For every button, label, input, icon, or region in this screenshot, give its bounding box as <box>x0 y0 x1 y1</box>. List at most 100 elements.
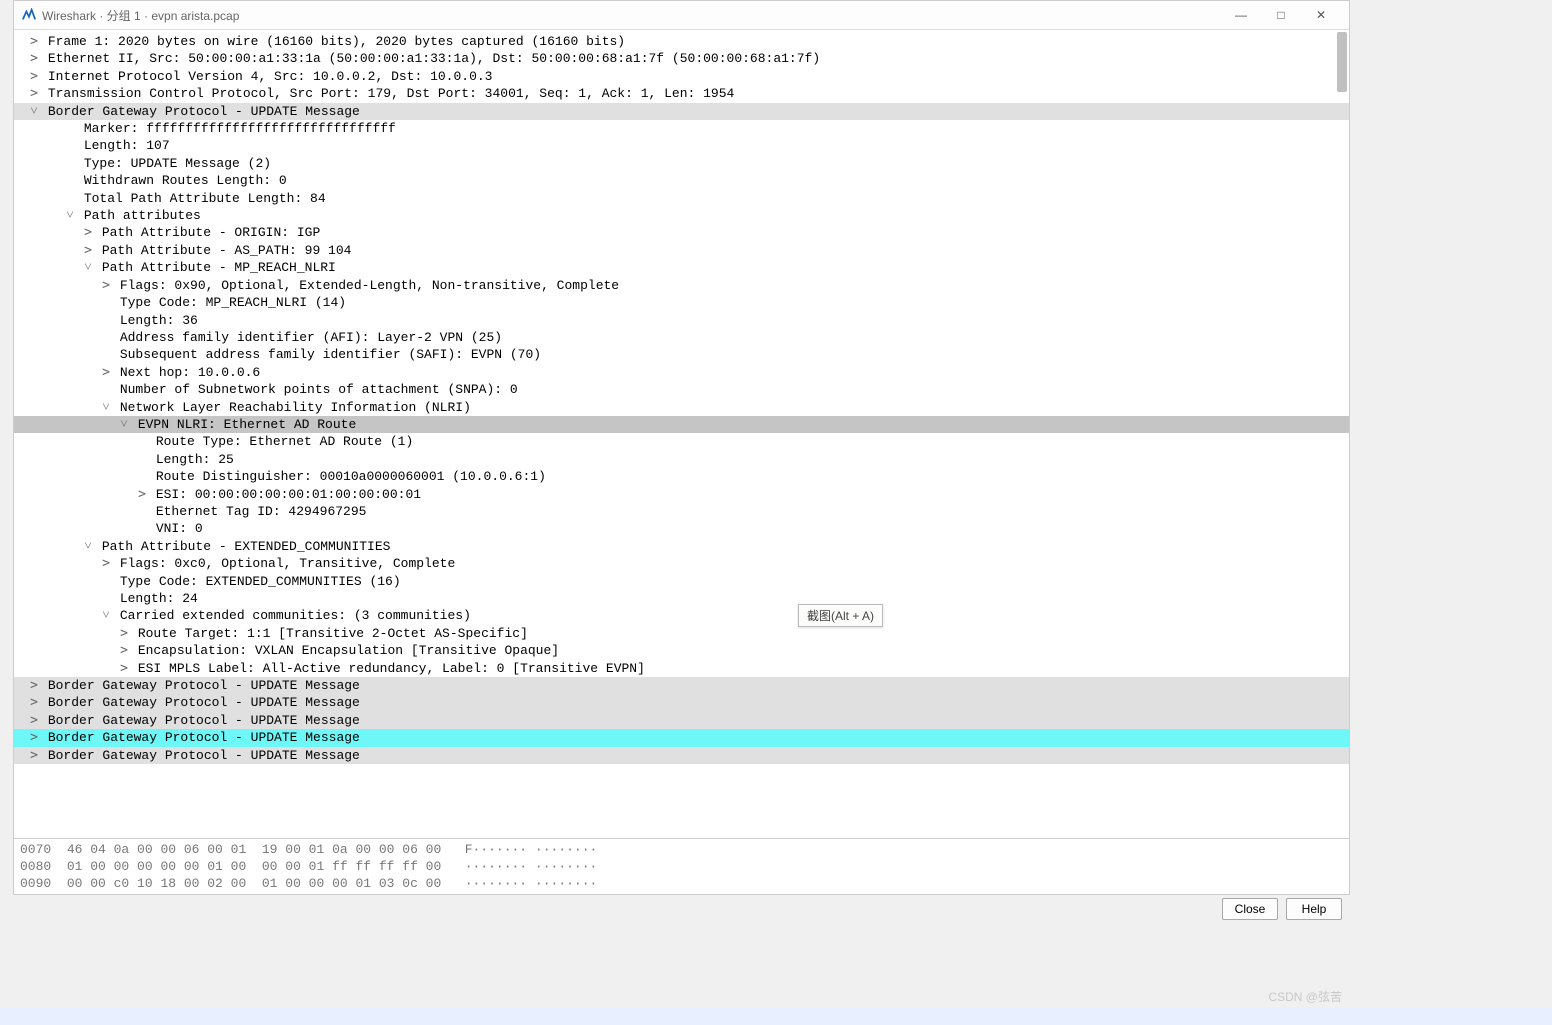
packet-tree-row[interactable]: ˅ Path attributes <box>14 207 1349 224</box>
no-toggle <box>136 433 148 450</box>
tree-node-label: Length: 107 <box>84 137 170 154</box>
expand-icon[interactable]: > <box>118 642 130 659</box>
expand-icon[interactable]: > <box>82 242 94 259</box>
packet-tree-row[interactable]: > Ethernet II, Src: 50:00:00:a1:33:1a (5… <box>14 50 1349 67</box>
close-window-button[interactable]: ✕ <box>1301 3 1341 27</box>
hex-row[interactable]: 0090 00 00 c0 10 18 00 02 00 01 00 00 00… <box>20 875 1343 892</box>
packet-tree-row[interactable]: Route Distinguisher: 00010a0000060001 (1… <box>14 468 1349 485</box>
no-toggle <box>100 294 112 311</box>
packet-tree-row[interactable]: > Flags: 0x90, Optional, Extended-Length… <box>14 277 1349 294</box>
packet-tree-row[interactable]: > Encapsulation: VXLAN Encapsulation [Tr… <box>14 642 1349 659</box>
packet-tree-row[interactable]: Type Code: MP_REACH_NLRI (14) <box>14 294 1349 311</box>
packet-tree-row[interactable]: Length: 25 <box>14 451 1349 468</box>
packet-tree-row[interactable]: > Path Attribute - ORIGIN: IGP <box>14 224 1349 241</box>
no-toggle <box>136 468 148 485</box>
no-toggle <box>136 503 148 520</box>
packet-tree-row[interactable]: > Flags: 0xc0, Optional, Transitive, Com… <box>14 555 1349 572</box>
packet-tree-row[interactable]: > Next hop: 10.0.0.6 <box>14 364 1349 381</box>
tree-node-label: Flags: 0xc0, Optional, Transitive, Compl… <box>120 555 455 572</box>
packet-tree-row[interactable]: Type: UPDATE Message (2) <box>14 155 1349 172</box>
expand-icon[interactable]: > <box>28 747 40 764</box>
packet-tree-row[interactable]: > Internet Protocol Version 4, Src: 10.0… <box>14 68 1349 85</box>
packet-tree-row[interactable]: ˅ Carried extended communities: (3 commu… <box>14 607 1349 624</box>
packet-tree-row[interactable]: > Border Gateway Protocol - UPDATE Messa… <box>14 729 1349 746</box>
packet-tree-row[interactable]: Marker: ffffffffffffffffffffffffffffffff <box>14 120 1349 137</box>
expand-icon[interactable]: > <box>118 625 130 642</box>
windows-taskbar[interactable] <box>0 1007 1552 1025</box>
tree-node-label: Path Attribute - AS_PATH: 99 104 <box>102 242 352 259</box>
hex-ascii: ········ ········ <box>465 859 598 874</box>
expand-icon[interactable]: > <box>82 224 94 241</box>
maximize-button[interactable]: □ <box>1261 3 1301 27</box>
wireshark-icon <box>22 8 36 22</box>
tree-node-label: Type Code: EXTENDED_COMMUNITIES (16) <box>120 573 401 590</box>
packet-details-pane[interactable]: > Frame 1: 2020 bytes on wire (16160 bit… <box>14 29 1349 838</box>
expand-icon[interactable]: > <box>136 486 148 503</box>
close-button[interactable]: Close <box>1222 898 1278 920</box>
hex-ascii: F······· ········ <box>465 842 598 857</box>
collapse-icon[interactable]: ˅ <box>82 538 94 555</box>
collapse-icon[interactable]: ˅ <box>118 416 130 433</box>
no-toggle <box>64 155 76 172</box>
packet-tree-row[interactable]: ˅ Border Gateway Protocol - UPDATE Messa… <box>14 103 1349 120</box>
hex-row[interactable]: 0070 46 04 0a 00 00 06 00 01 19 00 01 0a… <box>20 841 1343 858</box>
packet-tree-row[interactable]: Withdrawn Routes Length: 0 <box>14 172 1349 189</box>
expand-icon[interactable]: > <box>28 712 40 729</box>
packet-tree-row[interactable]: Type Code: EXTENDED_COMMUNITIES (16) <box>14 573 1349 590</box>
packet-tree-row[interactable]: Length: 107 <box>14 137 1349 154</box>
packet-tree-row[interactable]: Subsequent address family identifier (SA… <box>14 346 1349 363</box>
packet-tree-row[interactable]: ˅ Path Attribute - MP_REACH_NLRI <box>14 259 1349 276</box>
tree-node-label: Internet Protocol Version 4, Src: 10.0.0… <box>48 68 493 85</box>
packet-tree-row[interactable]: > ESI: 00:00:00:00:00:01:00:00:00:01 <box>14 486 1349 503</box>
expand-icon[interactable]: > <box>28 677 40 694</box>
packet-tree-row[interactable]: Length: 36 <box>14 312 1349 329</box>
packet-tree-row[interactable]: ˅ Network Layer Reachability Information… <box>14 399 1349 416</box>
tree-node-label: Border Gateway Protocol - UPDATE Message <box>48 747 360 764</box>
packet-tree-row[interactable]: > ESI MPLS Label: All-Active redundancy,… <box>14 660 1349 677</box>
collapse-icon[interactable]: ˅ <box>82 259 94 276</box>
expand-icon[interactable]: > <box>100 277 112 294</box>
expand-icon[interactable]: > <box>118 660 130 677</box>
expand-icon[interactable]: > <box>100 555 112 572</box>
packet-tree-row[interactable]: ˅ Path Attribute - EXTENDED_COMMUNITIES <box>14 538 1349 555</box>
hex-row[interactable]: 0080 01 00 00 00 00 00 01 00 00 00 01 ff… <box>20 858 1343 875</box>
expand-icon[interactable]: > <box>28 33 40 50</box>
packet-tree-row[interactable]: Route Type: Ethernet AD Route (1) <box>14 433 1349 450</box>
no-toggle <box>100 346 112 363</box>
packet-tree-row[interactable]: Address family identifier (AFI): Layer-2… <box>14 329 1349 346</box>
expand-icon[interactable]: > <box>28 694 40 711</box>
tree-node-label: Frame 1: 2020 bytes on wire (16160 bits)… <box>48 33 625 50</box>
packet-tree-row[interactable]: > Border Gateway Protocol - UPDATE Messa… <box>14 694 1349 711</box>
collapse-icon[interactable]: ˅ <box>64 207 76 224</box>
packet-tree-row[interactable]: > Route Target: 1:1 [Transitive 2-Octet … <box>14 625 1349 642</box>
packet-tree-row[interactable]: > Border Gateway Protocol - UPDATE Messa… <box>14 747 1349 764</box>
collapse-icon[interactable]: ˅ <box>100 399 112 416</box>
packet-tree-row[interactable]: VNI: 0 <box>14 520 1349 537</box>
hex-bytes: 46 04 0a 00 00 06 00 01 19 00 01 0a 00 0… <box>67 842 441 857</box>
expand-icon[interactable]: > <box>100 364 112 381</box>
hex-dump-pane[interactable]: 0070 46 04 0a 00 00 06 00 01 19 00 01 0a… <box>14 838 1349 894</box>
help-button[interactable]: Help <box>1286 898 1342 920</box>
expand-icon[interactable]: > <box>28 85 40 102</box>
expand-icon[interactable]: > <box>28 68 40 85</box>
packet-tree-row[interactable]: > Path Attribute - AS_PATH: 99 104 <box>14 242 1349 259</box>
expand-icon[interactable]: > <box>28 50 40 67</box>
packet-tree-row[interactable]: > Border Gateway Protocol - UPDATE Messa… <box>14 677 1349 694</box>
packet-tree-row[interactable]: > Border Gateway Protocol - UPDATE Messa… <box>14 712 1349 729</box>
packet-tree-row[interactable]: Length: 24 <box>14 590 1349 607</box>
packet-tree-row[interactable]: ˅ EVPN NLRI: Ethernet AD Route <box>14 416 1349 433</box>
tree-node-label: Withdrawn Routes Length: 0 <box>84 172 287 189</box>
minimize-button[interactable]: — <box>1221 3 1261 27</box>
packet-tree-row[interactable]: Total Path Attribute Length: 84 <box>14 190 1349 207</box>
collapse-icon[interactable]: ˅ <box>100 607 112 624</box>
expand-icon[interactable]: > <box>28 729 40 746</box>
packet-tree-row[interactable]: Number of Subnetwork points of attachmen… <box>14 381 1349 398</box>
titlebar[interactable]: Wireshark · 分组 1 · evpn arista.pcap — □ … <box>14 1 1349 29</box>
collapse-icon[interactable]: ˅ <box>28 103 40 120</box>
packet-tree-row[interactable]: > Frame 1: 2020 bytes on wire (16160 bit… <box>14 33 1349 50</box>
scrollbar-thumb[interactable] <box>1337 32 1347 92</box>
packet-tree-row[interactable]: Ethernet Tag ID: 4294967295 <box>14 503 1349 520</box>
hex-offset: 0080 <box>20 859 51 874</box>
tree-node-label: Transmission Control Protocol, Src Port:… <box>48 85 735 102</box>
packet-tree-row[interactable]: > Transmission Control Protocol, Src Por… <box>14 85 1349 102</box>
